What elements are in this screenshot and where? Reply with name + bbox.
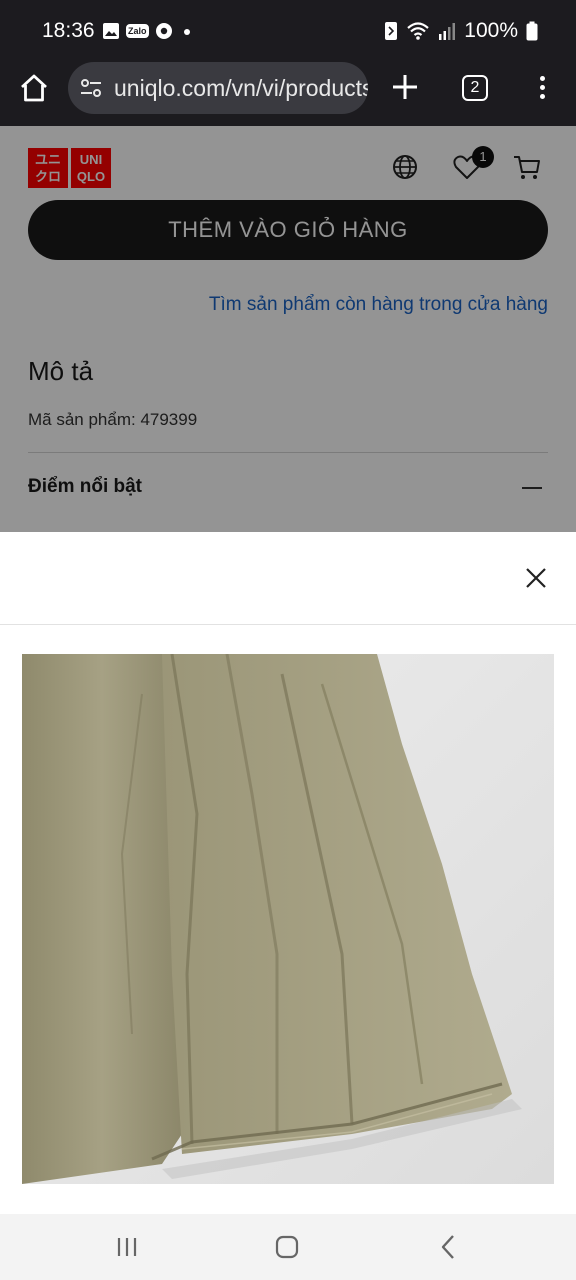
new-tab-button[interactable]: [390, 70, 420, 104]
home-icon[interactable]: [18, 72, 50, 104]
site-settings-icon[interactable]: [80, 77, 102, 99]
system-nav-bar: [0, 1214, 576, 1280]
more-menu-icon[interactable]: [530, 72, 554, 106]
browser-toolbar: uniqlo.com/vn/vi/products/ 2: [0, 62, 576, 126]
battery-percent: 100%: [464, 19, 518, 42]
modal-backdrop[interactable]: [0, 126, 576, 532]
signal-icon: [439, 23, 456, 40]
gallery-icon: [103, 23, 119, 39]
image-viewer-sheet: [0, 532, 576, 1214]
url-text[interactable]: uniqlo.com/vn/vi/products/: [114, 75, 368, 102]
status-right: 100%: [384, 19, 538, 43]
chrome-icon: [155, 23, 172, 39]
status-time: 18:36: [42, 19, 95, 42]
notification-icons: Zalo: [102, 22, 195, 40]
sheet-divider: [0, 624, 576, 625]
zalo-icon: Zalo: [126, 24, 149, 38]
plus-icon: [393, 75, 417, 99]
product-image[interactable]: [22, 654, 554, 1184]
nfc-icon: [385, 22, 398, 40]
status-bar: 18:36 Zalo 100%: [0, 0, 576, 62]
recent-apps-icon[interactable]: [112, 1232, 142, 1262]
close-icon[interactable]: [522, 564, 550, 592]
battery-icon: [526, 21, 538, 41]
home-nav-icon[interactable]: [272, 1232, 302, 1262]
address-bar[interactable]: uniqlo.com/vn/vi/products/: [68, 62, 368, 114]
wifi-icon: [407, 22, 430, 40]
back-icon[interactable]: [434, 1232, 464, 1262]
dot-icon: [183, 29, 190, 35]
tab-switcher-button[interactable]: 2: [462, 75, 488, 101]
